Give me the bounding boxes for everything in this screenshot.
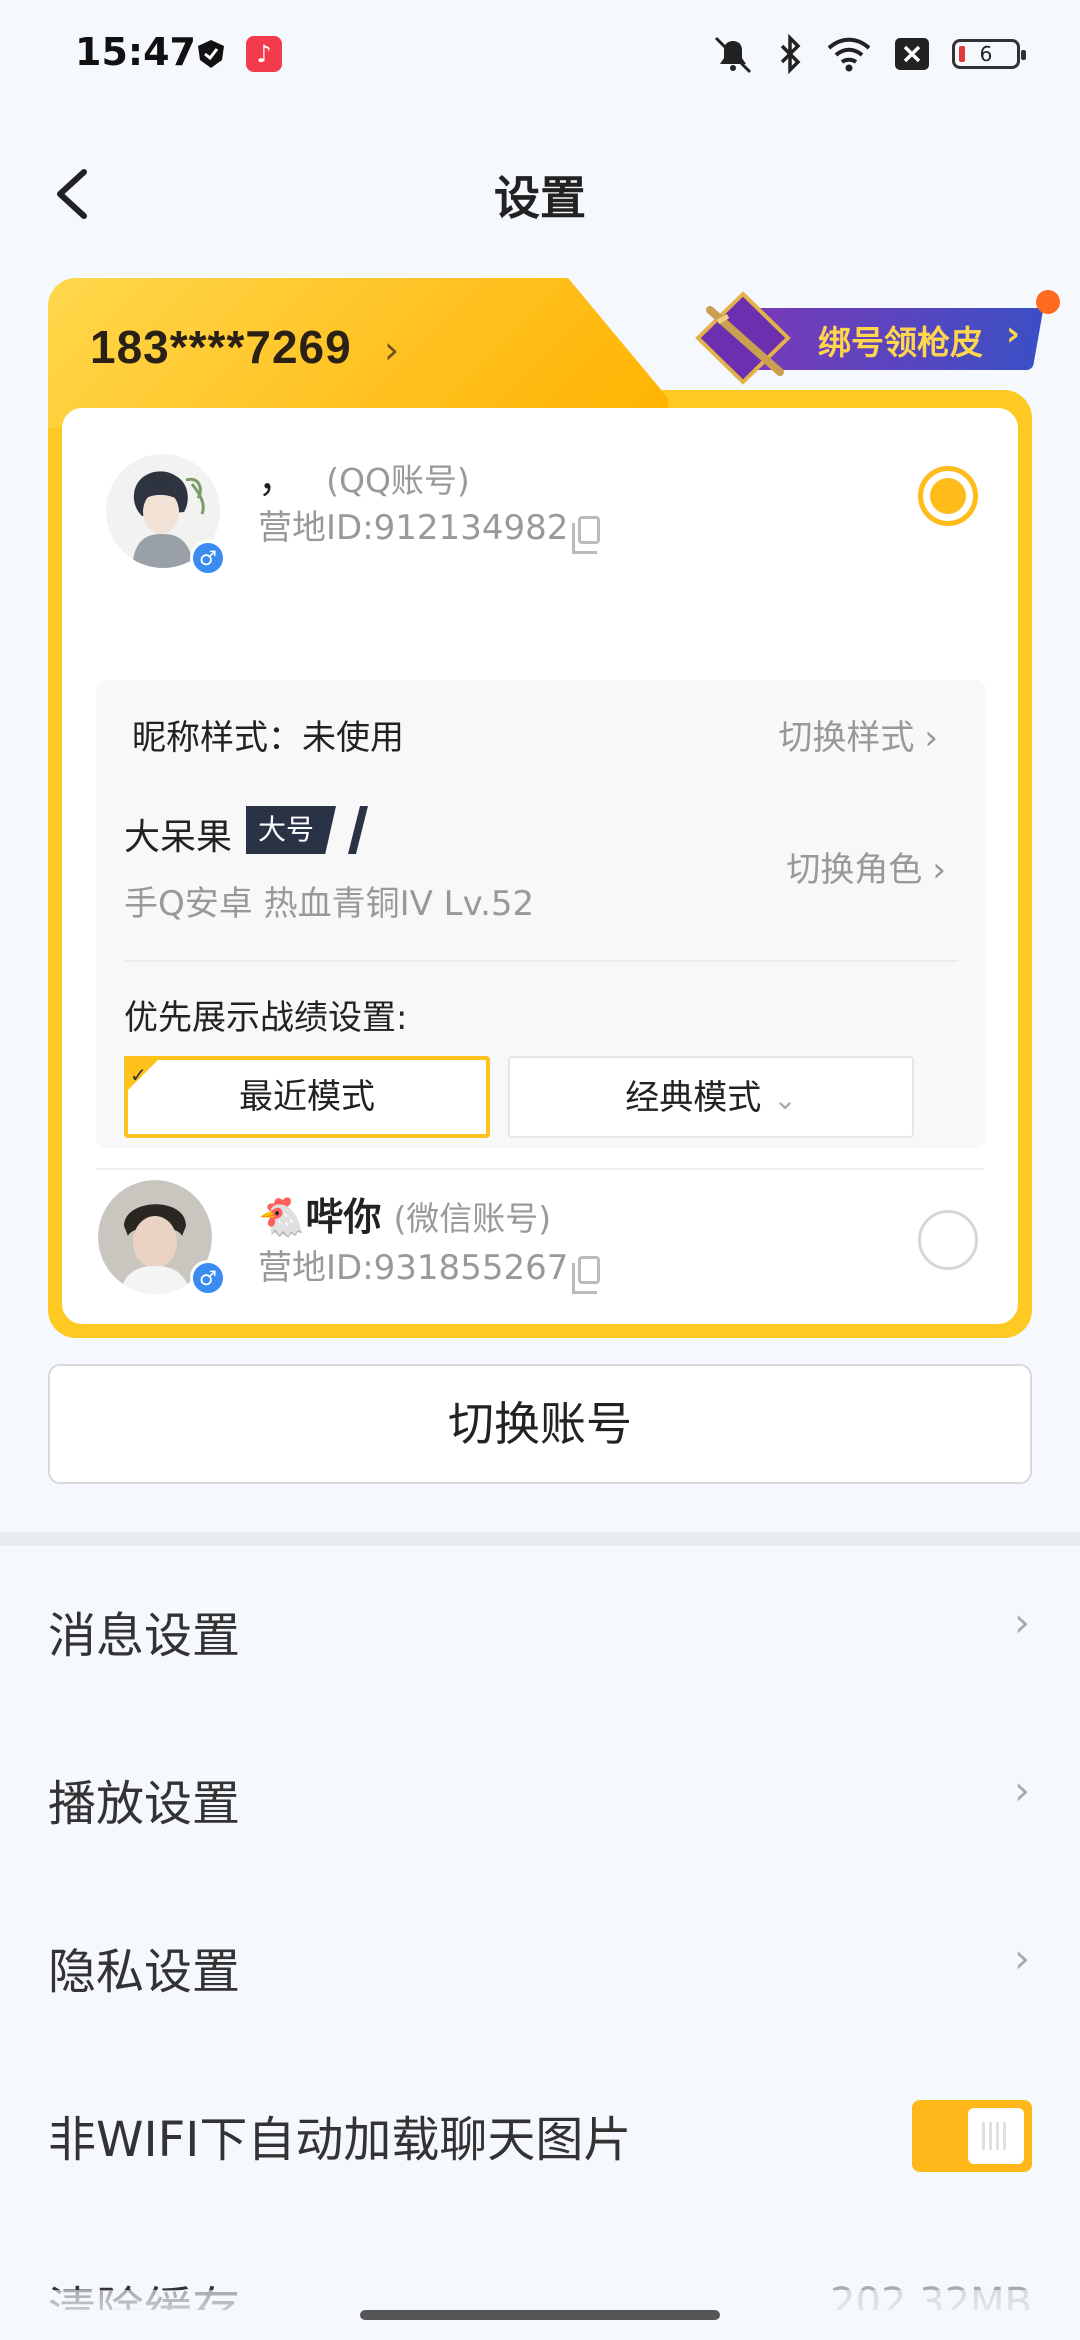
promo-banner[interactable]: 绑号领枪皮 › [688, 290, 1060, 386]
secondary-name-text: 哔你 [305, 1195, 382, 1239]
notification-dot [1036, 290, 1060, 314]
role-panel: 大呆果 大号 手Q安卓 热血青铜IV Lv.52 切换角色 › 优先展示战绩设置:… [96, 768, 986, 1148]
chevron-down-icon: ⌄ [773, 1083, 797, 1116]
switch-style-text: 切换样式 [778, 718, 915, 758]
role-name: 大呆果 [124, 817, 233, 858]
secondary-account-id: 营地ID:931855267 [258, 1240, 601, 1294]
chevron-right-icon: › [932, 850, 946, 890]
divider [96, 1168, 984, 1170]
phone-number[interactable]: 183****7269 [90, 320, 352, 374]
menu-label: 播放设置 [48, 1776, 241, 1832]
section-divider [0, 1532, 1080, 1546]
gun-skin-icon [695, 291, 791, 385]
primary-name-text: ， [258, 457, 297, 501]
copy-icon[interactable] [572, 515, 601, 554]
primary-account-radio[interactable] [918, 466, 978, 526]
chicken-emoji-icon: 🐔 [258, 1195, 306, 1239]
role-tag-stripe [348, 806, 368, 854]
mode-classic-button[interactable]: 经典模式 ⌄ [508, 1056, 914, 1138]
menu-playback-settings[interactable]: 播放设置 › [0, 1724, 1080, 1874]
promo-text: 绑号领枪皮 [818, 323, 983, 362]
switch-account-button[interactable]: 切换账号 [48, 1364, 1032, 1484]
page-title: 设置 [494, 171, 586, 225]
home-indicator[interactable] [360, 2310, 720, 2320]
chevron-right-icon: › [1014, 1936, 1030, 1982]
male-badge-icon: ♂ [190, 1260, 226, 1296]
shield-app-icon [198, 40, 224, 68]
bluetooth-icon [780, 34, 801, 74]
no-sim-icon [895, 38, 929, 70]
menu-label: 隐私设置 [48, 1944, 241, 2000]
wifi-icon [827, 37, 871, 72]
status-icons: 6 [710, 34, 1026, 74]
menu-privacy-settings[interactable]: 隐私设置 › [0, 1892, 1080, 2042]
secondary-account-type: (微信账号) [393, 1199, 552, 1238]
account-card: 183****7269 › 绑号领枪皮 › ♂ ， (QQ账号) 营地ID:91… [48, 278, 1060, 1338]
toggle-knob [968, 2108, 1024, 2164]
menu-message-settings[interactable]: 消息设置 › [0, 1556, 1080, 1706]
battery-icon: 6 [952, 39, 1026, 69]
mode-recent-button[interactable]: ✓ 最近模式 [124, 1056, 490, 1138]
secondary-id-text: 营地ID:931855267 [258, 1248, 569, 1288]
mode-classic-label: 经典模式 [625, 1078, 762, 1118]
male-badge-icon: ♂ [190, 540, 226, 576]
nickname-style-label: 昵称样式：未使用 [132, 718, 404, 758]
primary-account-name: ， (QQ账号) [258, 448, 470, 503]
record-pref-label: 优先展示战绩设置: [124, 998, 408, 1038]
secondary-account-radio[interactable] [918, 1210, 978, 1270]
chevron-right-icon: › [1014, 1768, 1030, 1814]
status-time: 15:47 [75, 30, 196, 74]
music-app-icon: ♪ [246, 36, 282, 72]
menu-label: 非WIFI下自动加载聊天图片 [48, 2112, 632, 2168]
menu-label: 消息设置 [48, 1608, 241, 1664]
role-info: 手Q安卓 热血青铜IV Lv.52 [124, 884, 535, 924]
mute-icon [714, 36, 752, 74]
switch-role-link[interactable]: 切换角色 › [786, 842, 946, 891]
mode-recent-label: 最近模式 [239, 1077, 375, 1117]
chevron-right-icon: › [384, 328, 400, 372]
copy-icon[interactable] [572, 1255, 601, 1294]
chevron-right-icon: › [924, 718, 938, 758]
menu-auto-load-images: 非WIFI下自动加载聊天图片 [0, 2060, 1080, 2210]
primary-account-id: 营地ID:912134982 [258, 500, 601, 554]
primary-id-text: 营地ID:912134982 [258, 508, 569, 548]
role-tag: 大号 [246, 806, 337, 854]
promo-chevron-icon: › [1006, 314, 1021, 354]
status-bar: 15:47 ♪ 6 [0, 0, 1080, 110]
primary-account-type: (QQ账号) [326, 461, 470, 500]
auto-load-toggle[interactable] [912, 2100, 1032, 2172]
secondary-account-name: 🐔哔你 (微信账号) [258, 1186, 551, 1241]
nav-bar: 设置 [0, 150, 1080, 240]
check-icon: ✓ [130, 1063, 147, 1087]
chevron-right-icon: › [1014, 1600, 1030, 1646]
account-list: ♂ ， (QQ账号) 营地ID:912134982 昵称样式：未使用 切换样式 ›… [62, 408, 1018, 1324]
divider [124, 960, 958, 962]
switch-role-text: 切换角色 [786, 850, 923, 890]
switch-style-link[interactable]: 切换样式 › [778, 710, 938, 759]
